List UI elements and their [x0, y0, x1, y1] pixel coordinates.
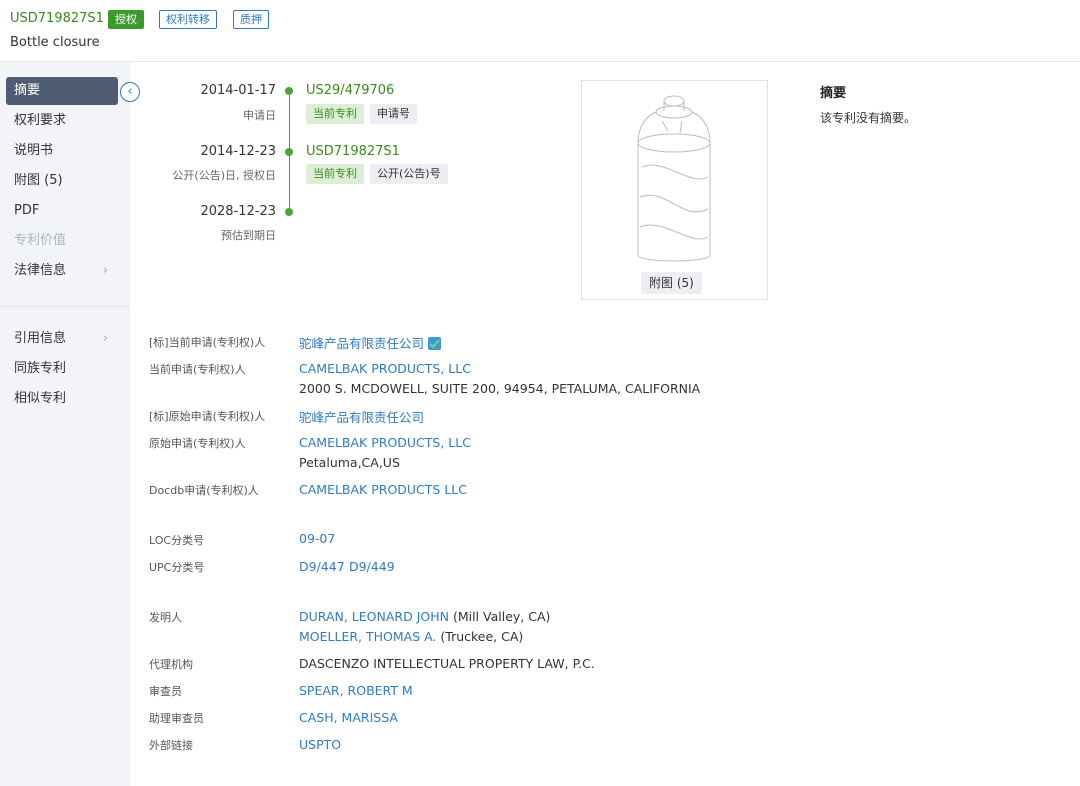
sidebar-item-patent-value: 专利价值: [14, 233, 67, 248]
transfer-tag[interactable]: 权利转移: [159, 10, 217, 29]
publication-date: 2014-12-23: [200, 144, 276, 159]
sidebar-item-abstract[interactable]: 摘要: [6, 77, 118, 105]
application-number-pill: 申请号: [370, 104, 417, 124]
assistant-examiner-link[interactable]: CASH, MARISSA: [299, 710, 398, 725]
publication-number-link[interactable]: USD719827S1: [306, 144, 400, 159]
timeline-dot: [285, 208, 293, 216]
publication-number-pill: 公开(公告)号: [370, 164, 448, 184]
sidebar-divider: [0, 306, 130, 307]
agency-value: DASCENZO INTELLECTUAL PROPERTY LAW, P.C.: [299, 656, 595, 671]
sidebar-collapse-button[interactable]: ‹: [120, 82, 140, 102]
inventor-location: (Mill Valley, CA): [452, 609, 551, 624]
original-applicant-link[interactable]: CAMELBAK PRODUCTS, LLC: [299, 435, 471, 450]
chevron-right-icon: ›: [102, 331, 108, 346]
field-label: LOC分类号: [149, 534, 205, 547]
sidebar-item-description[interactable]: 说明书: [6, 137, 118, 165]
loc-classification-link[interactable]: 09-07: [299, 531, 335, 546]
field-label: UPC分类号: [149, 561, 205, 574]
patent-header: USD719827S1 授权 权利转移 质押 Bottle closure: [0, 0, 1080, 62]
field-label: Docdb申请(专利权)人: [149, 484, 259, 497]
inventor-item: MOELLER, THOMAS A. (Truckee, CA): [299, 629, 523, 644]
std-original-applicant-link[interactable]: 驼峰产品有限责任公司: [299, 407, 424, 426]
field-label: 当前申请(专利权)人: [149, 363, 246, 376]
current-patent-pill: 当前专利: [306, 104, 364, 124]
field-label: 助理审查员: [149, 712, 204, 725]
field-label: 外部链接: [149, 739, 193, 752]
inventor-location: (Truckee, CA): [440, 629, 524, 644]
sidebar-item-citations[interactable]: 引用信息 ›: [6, 325, 118, 353]
publication-date-label: 公开(公告)日, 授权日: [172, 169, 276, 182]
figures-button[interactable]: 附图 (5): [641, 272, 702, 294]
inventor-link[interactable]: DURAN, LEONARD JOHN: [299, 609, 449, 624]
field-label: [标]原始申请(专利权)人: [149, 410, 266, 423]
abstract-text: 该专利没有摘要。: [820, 111, 917, 125]
field-label: 审查员: [149, 685, 182, 698]
expiry-date: 2028-12-23: [200, 204, 276, 219]
uspto-link[interactable]: USPTO: [299, 737, 341, 752]
sidebar-item-claims[interactable]: 权利要求: [6, 107, 118, 135]
examiner-link[interactable]: SPEAR, ROBERT M: [299, 683, 413, 698]
field-label: [标]当前申请(专利权)人: [149, 336, 266, 349]
field-label: 发明人: [149, 611, 182, 624]
inventor-link[interactable]: MOELLER, THOMAS A.: [299, 629, 436, 644]
docdb-applicant-link[interactable]: CAMELBAK PRODUCTS LLC: [299, 482, 467, 497]
current-patent-pill: 当前专利: [306, 164, 364, 184]
upc-classification-link[interactable]: D9/449: [349, 559, 395, 574]
sidebar-item-pdf[interactable]: PDF: [6, 197, 118, 225]
bottle-drawing: [637, 95, 711, 262]
field-label: 原始申请(专利权)人: [149, 437, 246, 450]
chevron-left-icon: ‹: [127, 84, 133, 99]
sidebar-item-family[interactable]: 同族专利: [6, 355, 118, 383]
patent-number: USD719827S1: [10, 11, 104, 26]
abstract-title: 摘要: [820, 86, 847, 101]
expiry-date-label: 预估到期日: [221, 229, 276, 242]
timeline-dot: [285, 148, 293, 156]
std-current-applicant-link[interactable]: 驼峰产品有限责任公司: [299, 333, 442, 352]
sidebar-item-figures[interactable]: 附图 (5): [6, 167, 118, 195]
sidebar-item-similar[interactable]: 相似专利: [6, 385, 118, 413]
figure-thumbnail[interactable]: 附图 (5): [581, 80, 768, 300]
pledge-tag[interactable]: 质押: [233, 10, 269, 29]
sidebar: 摘要 权利要求 说明书 附图 (5) PDF 专利价值 法律信息 › 引用信息 …: [0, 62, 130, 786]
upc-classification-link[interactable]: D9/447: [299, 559, 345, 574]
original-applicant-address: Petaluma,CA,US: [299, 455, 400, 470]
verified-icon: [428, 337, 442, 350]
patent-title: Bottle closure: [10, 35, 100, 50]
application-date-label: 申请日: [243, 109, 276, 122]
timeline-dot: [285, 87, 293, 95]
field-label: 代理机构: [149, 658, 193, 671]
application-number-link[interactable]: US29/479706: [306, 83, 394, 98]
chevron-right-icon: ›: [102, 263, 108, 278]
current-applicant-address: 2000 S. MCDOWELL, SUITE 200, 94954, PETA…: [299, 381, 701, 396]
inventor-item: DURAN, LEONARD JOHN (Mill Valley, CA): [299, 609, 550, 624]
application-date: 2014-01-17: [200, 83, 276, 98]
sidebar-item-legal-info[interactable]: 法律信息 ›: [6, 257, 118, 285]
current-applicant-link[interactable]: CAMELBAK PRODUCTS, LLC: [299, 361, 471, 376]
granted-tag: 授权: [108, 10, 144, 29]
